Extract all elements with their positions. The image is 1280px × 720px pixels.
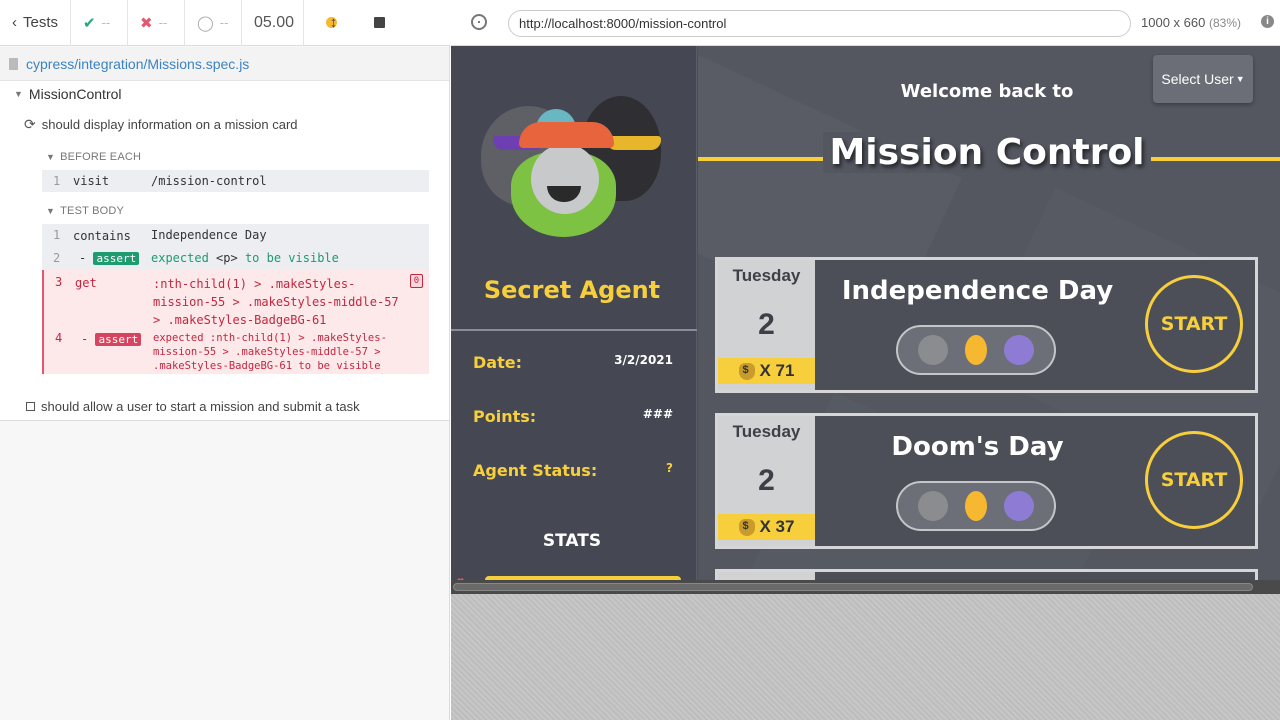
money-bag-icon <box>738 518 755 536</box>
run-controls: ↕ <box>304 0 405 46</box>
mission-card <box>715 569 1258 580</box>
mission-date <box>718 572 815 580</box>
app-viewport: Secret Agent Date: 3/2/2021 Points: ### Ag… <box>451 46 1280 594</box>
divider <box>451 329 697 331</box>
agent-sidebar: Secret Agent Date: 3/2/2021 Points: ### Ag… <box>451 46 697 588</box>
points-row: Points: ### <box>473 407 673 426</box>
mission-badges <box>896 325 1056 375</box>
mission-date: Tuesday 2 X 71 <box>718 260 815 390</box>
command-row[interactable]: 1 visit /mission-control <box>42 170 429 192</box>
agents-avatar <box>481 94 671 244</box>
mission-title: Independence Day <box>841 276 1114 306</box>
spec-file-path: cypress/integration/Missions.spec.js <box>26 55 250 72</box>
checkbox-icon <box>26 402 35 411</box>
start-mission-button[interactable]: START <box>1145 275 1243 373</box>
command-log: ▼ MissionControl ⟳ should display inform… <box>0 81 449 421</box>
grey-mask-icon <box>918 335 949 365</box>
mission-reward: X 37 <box>718 514 815 540</box>
caret-down-icon: ▼ <box>46 152 56 162</box>
assert-badge: assert <box>93 252 140 265</box>
runner-toolbar: ‹ Tests ✔ -- ✖ -- ◯ -- 05.00 ↕ <box>0 0 450 46</box>
tests-label: Tests <box>23 14 59 31</box>
duration: 05.00 <box>242 0 304 46</box>
chevron-left-icon: ‹ <box>12 14 17 31</box>
caret-down-icon: ▼ <box>46 206 56 216</box>
stats-heading: STATS <box>542 531 602 551</box>
grey-mask-icon <box>918 491 949 521</box>
pin-count-badge[interactable]: 0 <box>410 274 423 288</box>
spinner-icon: ◯ <box>197 14 214 32</box>
mission-badges <box>896 481 1056 531</box>
welcome-text: Welcome back to <box>900 81 1074 102</box>
horizontal-scrollbar[interactable] <box>451 580 1280 594</box>
test-pending[interactable]: should allow a user to start a mission a… <box>26 399 360 414</box>
info-icon[interactable]: i <box>1261 15 1274 28</box>
robot-agent-icon <box>1003 335 1034 365</box>
url-field[interactable]: http://localhost:8000/mission-control <box>508 10 1131 37</box>
lightbulb-icon <box>964 491 987 521</box>
money-bag-icon <box>738 362 755 380</box>
tests-back-button[interactable]: ‹ Tests <box>0 0 71 46</box>
command-row[interactable]: 1 contains Independence Day 2 - assert e… <box>42 224 429 270</box>
suite-title[interactable]: ▼ MissionControl <box>14 86 122 102</box>
selector-playground-icon[interactable] <box>471 14 487 30</box>
test-body-section[interactable]: ▼ TEST BODY <box>46 205 124 217</box>
stop-icon[interactable] <box>374 17 385 28</box>
cross-icon: ✖ <box>140 14 153 32</box>
agent-title: Secret Agent <box>483 276 661 304</box>
pending-count: ◯ -- <box>185 0 242 46</box>
passed-count: ✔ -- <box>71 0 128 46</box>
agent-status-row: Agent Status:? <box>473 461 673 480</box>
scrollbar-thumb[interactable] <box>453 583 1253 591</box>
mission-reward: X 71 <box>718 358 815 384</box>
before-each-section[interactable]: ▼ BEFORE EACH <box>46 151 141 163</box>
robot-agent-icon <box>1003 491 1034 521</box>
file-icon <box>9 57 18 70</box>
scroll-toggle-icon[interactable]: ↕ <box>330 14 338 31</box>
start-mission-button[interactable]: START <box>1145 431 1243 529</box>
failed-count: ✖ -- <box>128 0 185 46</box>
viewport-background <box>451 594 1280 720</box>
mission-title: Doom's Day <box>891 432 1064 462</box>
mission-card: Tuesday 2 X 37 Doom's Day START <box>715 413 1258 549</box>
mission-card: Tuesday 2 X 71 Independence Day START <box>715 257 1258 393</box>
spec-file-link[interactable]: cypress/integration/Missions.spec.js <box>0 47 449 81</box>
check-icon: ✔ <box>83 14 96 32</box>
refresh-icon: ⟳ <box>24 116 36 132</box>
viewport-size: 1000 x 660 (83%) <box>1141 15 1241 30</box>
assert-badge: assert <box>95 333 142 346</box>
caret-down-icon: ▼ <box>14 89 23 99</box>
lightbulb-icon <box>964 335 987 365</box>
date-row: Date: 3/2/2021 <box>473 353 673 372</box>
mission-control-main: Select User ▼ Welcome back to Mission Co… <box>698 46 1280 580</box>
failed-command-row[interactable]: 3 get :nth-child(1) > .makeStyles- missi… <box>42 270 429 374</box>
mission-date: Tuesday 2 X 37 <box>718 416 815 546</box>
page-title: Mission Control <box>698 132 1276 173</box>
test-running[interactable]: ⟳ should display information on a missio… <box>24 116 298 133</box>
test-runner-panel: ‹ Tests ✔ -- ✖ -- ◯ -- 05.00 ↕ cypress/i… <box>0 0 450 720</box>
browser-toolbar: http://localhost:8000/mission-control 10… <box>451 0 1280 46</box>
